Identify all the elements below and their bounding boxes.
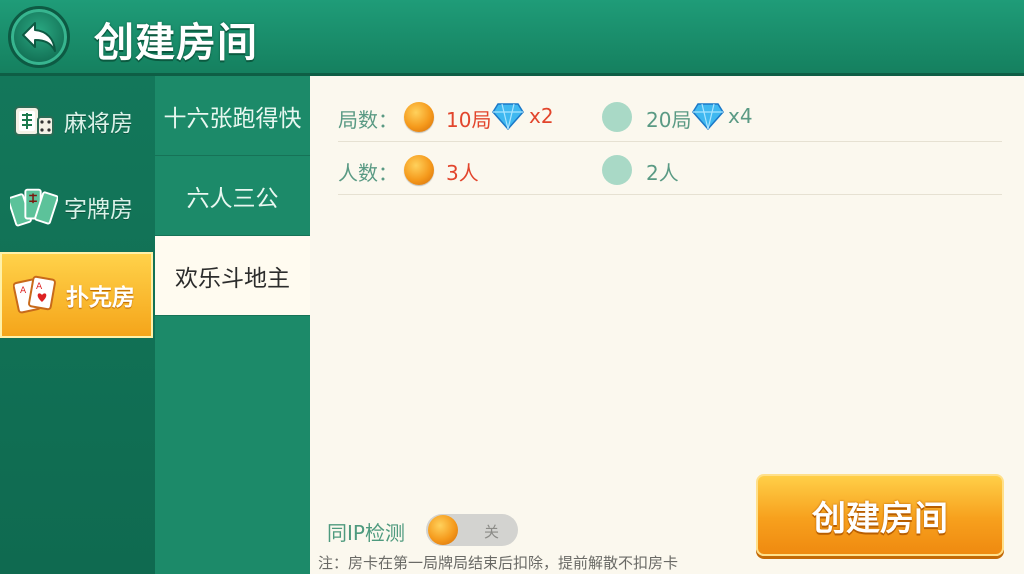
mahjong-tile-icon xyxy=(10,97,58,145)
game-tab-paodekuai[interactable]: 十六张跑得快 xyxy=(155,76,310,156)
category-sidebar: 麻将房 字牌房 A A 扑克房 xyxy=(0,76,155,574)
back-arrow-icon xyxy=(22,22,56,52)
create-room-button[interactable]: 创建房间 xyxy=(756,474,1004,556)
options-panel: 局数： 10局 x2 20局 x4 人数： 3人 2人 同IP检测 关 注：房卡… xyxy=(310,76,1024,574)
players-label: 人数： xyxy=(338,161,398,185)
players-3-radio[interactable] xyxy=(404,155,434,185)
page-title: 创建房间 xyxy=(94,20,258,66)
game-list: 十六张跑得快 六人三公 欢乐斗地主 xyxy=(155,76,310,574)
category-label: 麻将房 xyxy=(64,111,133,137)
players-2-radio[interactable] xyxy=(602,155,632,185)
rounds-20-label: 20局 xyxy=(646,108,692,132)
players-3-label: 3人 xyxy=(446,161,479,185)
rounds-row: 局数： 10局 x2 20局 x4 xyxy=(338,90,1002,142)
category-poker[interactable]: A A 扑克房 xyxy=(0,252,153,338)
poker-cards-icon: A A xyxy=(12,271,60,319)
rounds-label: 局数： xyxy=(338,108,398,132)
players-2-label: 2人 xyxy=(646,161,679,185)
ip-check-label: 同IP检测 xyxy=(327,521,405,545)
game-tab-liurensangong[interactable]: 六人三公 xyxy=(155,156,310,236)
game-tab-doudizhu[interactable]: 欢乐斗地主 xyxy=(155,236,310,316)
rounds-20-radio[interactable] xyxy=(602,102,632,132)
toggle-state-text: 关 xyxy=(484,523,500,541)
diamond-icon xyxy=(692,103,724,130)
ip-check-toggle[interactable]: 关 xyxy=(426,514,518,546)
svg-text:A: A xyxy=(20,286,27,296)
rounds-20-cost: x4 xyxy=(728,104,753,128)
category-mahjong[interactable]: 麻将房 xyxy=(0,78,155,164)
category-zipai[interactable]: 字牌房 xyxy=(0,164,155,250)
category-label: 扑克房 xyxy=(66,285,135,311)
zipai-cards-icon xyxy=(10,183,58,231)
players-row: 人数： 3人 2人 xyxy=(338,143,1002,195)
room-card-note: 注：房卡在第一局牌局结束后扣除，提前解散不扣房卡 xyxy=(318,554,679,572)
rounds-10-label: 10局 xyxy=(446,108,492,132)
rounds-10-cost: x2 xyxy=(529,104,554,128)
svg-text:A: A xyxy=(36,282,43,292)
category-label: 字牌房 xyxy=(64,197,133,223)
diamond-icon xyxy=(492,103,524,130)
rounds-10-radio[interactable] xyxy=(404,102,434,132)
toggle-knob xyxy=(428,515,458,545)
back-button[interactable] xyxy=(8,6,70,68)
header-bar: 创建房间 xyxy=(0,0,1024,76)
